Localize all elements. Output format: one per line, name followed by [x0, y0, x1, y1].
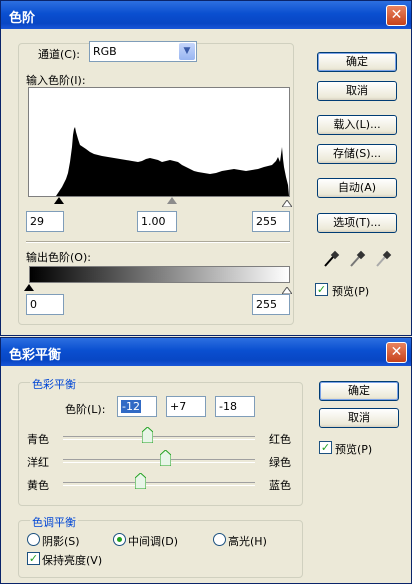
levels-preview-label[interactable]: 预览(P) — [332, 283, 369, 299]
ok-button[interactable]: 确定 — [317, 52, 397, 72]
color-balance-titlebar[interactable]: 色彩平衡 ✕ — [1, 338, 411, 366]
cb-cancel-button[interactable]: 取消 — [319, 408, 399, 428]
channel-select[interactable]: RGB ▼ — [89, 41, 197, 62]
shadows-radio[interactable] — [27, 533, 40, 546]
preserve-luminosity-checkbox[interactable]: ✓ — [27, 552, 40, 565]
input-black-field[interactable]: 29 — [26, 211, 64, 232]
cyan-label: 青色 — [27, 433, 49, 446]
white-eyedropper-icon[interactable] — [374, 250, 392, 268]
tone-balance-group-label: 色调平衡 — [30, 514, 78, 530]
magenta-green-track — [63, 459, 255, 463]
level-cyan-red-field[interactable]: -12 — [117, 396, 157, 417]
red-label: 红色 — [269, 433, 291, 446]
chevron-down-icon[interactable]: ▼ — [179, 43, 195, 60]
options-button[interactable]: 选项(T)... — [317, 213, 397, 233]
auto-button[interactable]: 自动(A) — [317, 178, 397, 198]
color-levels-label: 色阶(L): — [65, 403, 106, 416]
level-yellow-blue-field[interactable]: -18 — [215, 396, 255, 417]
level-magenta-green-field[interactable]: +7 — [166, 396, 206, 417]
color-balance-title: 色彩平衡 — [9, 348, 62, 363]
save-button[interactable]: 存储(S)... — [317, 144, 397, 164]
load-button[interactable]: 载入(L)... — [317, 115, 397, 135]
yellow-blue-slider[interactable] — [135, 473, 146, 489]
shadows-label[interactable]: 阴影(S) — [42, 533, 80, 549]
magenta-green-slider[interactable] — [160, 450, 171, 466]
close-icon[interactable]: ✕ — [386, 342, 407, 363]
channel-label: 通道(C): — [38, 48, 80, 61]
output-white-field[interactable]: 255 — [252, 294, 290, 315]
input-gamma-slider[interactable] — [167, 197, 177, 204]
levels-dialog: 色阶 ✕ 通道(C): RGB ▼ 输入色阶(I): 29 1.00 255 输… — [0, 0, 412, 336]
output-levels-label: 输出色阶(O): — [26, 251, 91, 264]
blue-label: 蓝色 — [269, 479, 291, 492]
cyan-red-slider[interactable] — [142, 427, 153, 443]
green-label: 绿色 — [269, 456, 291, 469]
white-triangle-icon — [281, 286, 293, 295]
color-balance-dialog: 色彩平衡 ✕ 色彩平衡 色阶(L): -12 +7 -18 青色 红色 洋红 绿… — [0, 337, 412, 584]
output-black-field[interactable]: 0 — [26, 294, 64, 315]
cb-preview-label[interactable]: 预览(P) — [335, 441, 372, 457]
levels-titlebar[interactable]: 色阶 ✕ — [1, 1, 411, 29]
highlights-label[interactable]: 高光(H) — [228, 533, 267, 549]
input-levels-label: 输入色阶(I): — [26, 74, 86, 87]
input-white-slider[interactable] — [281, 197, 293, 208]
output-gradient — [29, 266, 290, 283]
input-gamma-field[interactable]: 1.00 — [137, 211, 177, 232]
cb-ok-button[interactable]: 确定 — [319, 381, 399, 401]
black-eyedropper-icon[interactable] — [322, 250, 340, 268]
cb-preview-checkbox[interactable]: ✓ — [319, 441, 332, 454]
highlights-radio[interactable] — [213, 533, 226, 546]
input-black-slider[interactable] — [54, 197, 64, 204]
yellow-blue-track — [63, 482, 255, 486]
levels-preview-checkbox[interactable]: ✓ — [315, 283, 328, 296]
histogram — [28, 87, 290, 197]
channel-value: RGB — [93, 45, 117, 58]
color-balance-group-label: 色彩平衡 — [30, 376, 78, 392]
midtones-radio[interactable] — [113, 533, 126, 546]
color-balance-group — [18, 382, 303, 506]
output-black-slider[interactable] — [24, 284, 34, 291]
cyan-red-track — [63, 436, 255, 440]
gray-eyedropper-icon[interactable] — [348, 250, 366, 268]
close-icon[interactable]: ✕ — [386, 5, 407, 26]
input-white-field[interactable]: 255 — [252, 211, 290, 232]
output-white-slider[interactable] — [281, 284, 293, 295]
divider — [26, 241, 290, 243]
magenta-label: 洋红 — [27, 456, 49, 469]
cancel-button[interactable]: 取消 — [317, 81, 397, 101]
levels-title: 色阶 — [9, 11, 36, 26]
preserve-luminosity-label[interactable]: 保持亮度(V) — [42, 552, 102, 568]
yellow-label: 黄色 — [27, 479, 49, 492]
midtones-label[interactable]: 中间调(D) — [128, 533, 178, 549]
white-triangle-icon — [281, 199, 293, 208]
